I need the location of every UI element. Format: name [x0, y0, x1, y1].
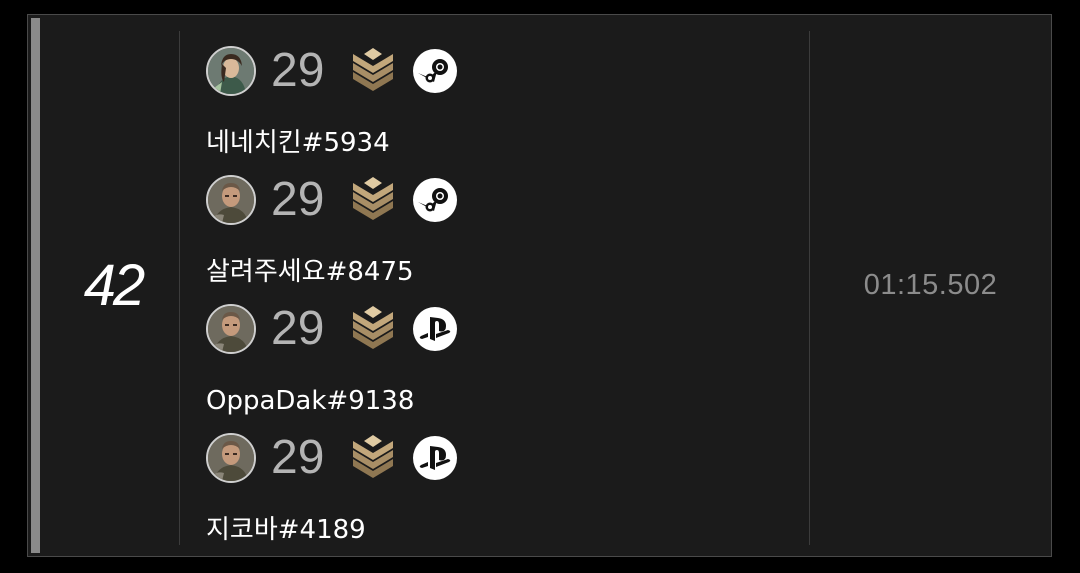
- player-entry[interactable]: 29 네네치킨#5934: [206, 45, 796, 163]
- rank-number: 42: [83, 253, 146, 318]
- divider: [179, 31, 180, 545]
- steam-icon: [413, 178, 457, 222]
- player-name[interactable]: OppaDak#9138: [206, 385, 414, 417]
- playstation-icon: [413, 307, 457, 351]
- gold-chevron-rank-icon: [353, 48, 393, 91]
- player-level: 29: [271, 302, 325, 355]
- player-name[interactable]: 네네치킨#5934: [206, 127, 390, 159]
- player-info-row: 29: [206, 45, 457, 97]
- playstation-icon: [413, 436, 457, 480]
- gold-chevron-rank-icon: [353, 177, 393, 220]
- steam-icon: [413, 49, 457, 93]
- player-entry[interactable]: 29 살려주세요#8475: [206, 174, 796, 292]
- player-name[interactable]: 살려주세요#8475: [206, 256, 414, 288]
- player-entry[interactable]: 29 지코바#4189: [206, 432, 796, 550]
- gold-chevron-rank-icon: [353, 435, 393, 478]
- player-level: 29: [271, 173, 325, 226]
- player-info-row: 29: [206, 303, 457, 355]
- player-level: 29: [271, 44, 325, 97]
- male-character-avatar: [206, 304, 256, 354]
- male-character-avatar: [206, 433, 256, 483]
- left-accent-bar: [31, 18, 40, 553]
- clear-time: 01:15.502: [863, 269, 998, 301]
- player-info-row: 29: [206, 174, 457, 226]
- female-character-avatar: [206, 46, 256, 96]
- player-entry[interactable]: 29 OppaDak#9138: [206, 303, 796, 421]
- player-level: 29: [271, 431, 325, 484]
- male-character-avatar: [206, 175, 256, 225]
- gold-chevron-rank-icon: [353, 306, 393, 349]
- leaderboard-entry-card[interactable]: 42 29 네네치킨#5934 29 살려주세요#8475 29 OppaDak…: [27, 14, 1052, 557]
- player-name[interactable]: 지코바#4189: [206, 514, 366, 546]
- player-info-row: 29: [206, 432, 457, 484]
